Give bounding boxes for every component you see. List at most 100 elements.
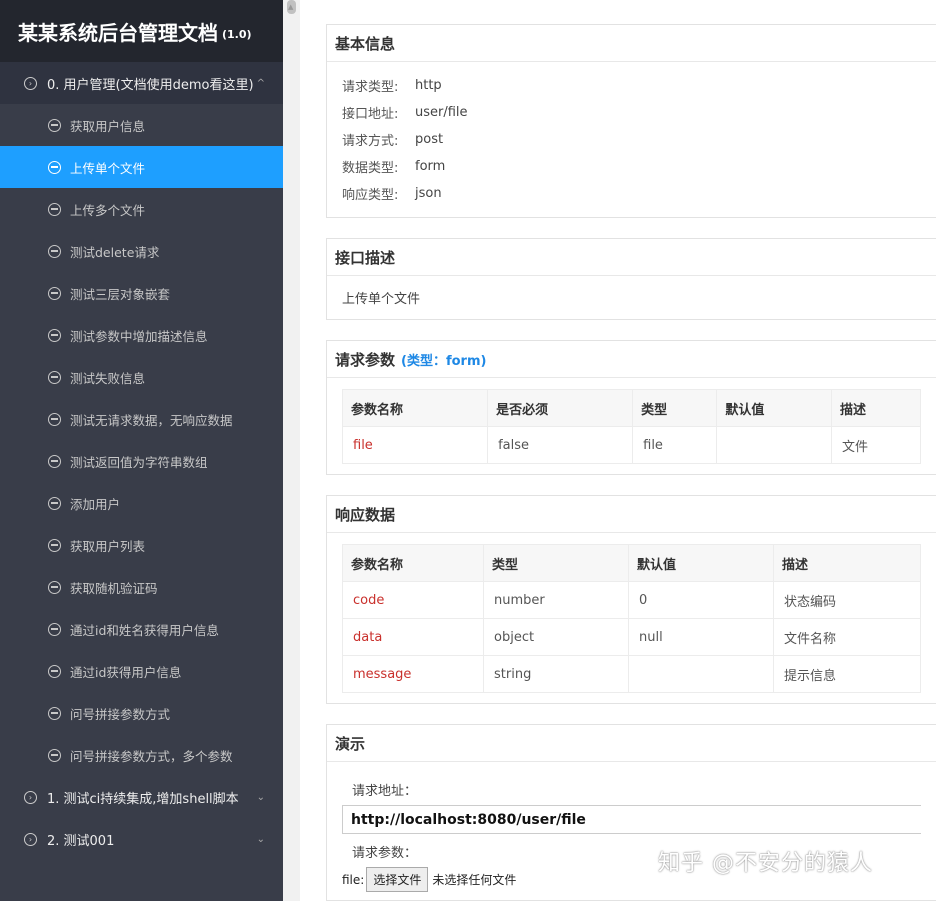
nav-item-label: 测试返回值为字符串数组	[70, 454, 208, 470]
panel-title: 响应数据	[327, 496, 936, 533]
nav-item-label: 上传多个文件	[70, 202, 146, 218]
column-header: 默认值	[628, 544, 774, 582]
request-url-input[interactable]: http://localhost:8080/user/file	[342, 805, 921, 834]
nav-group-ci[interactable]: › 1. 测试ci持续集成,增加shell脚本 ⌄	[0, 776, 283, 818]
nav-group-label: 2. 测试001	[47, 833, 115, 849]
minus-circle-icon	[48, 580, 61, 594]
nav-item[interactable]: 测试delete请求	[0, 230, 283, 272]
column-header: 描述	[831, 389, 921, 427]
param-name: code	[342, 581, 484, 619]
info-row: 响应类型: json	[342, 180, 921, 207]
nav-item[interactable]: 通过id和姓名获得用户信息	[0, 608, 283, 650]
table-row: file false file 文件	[341, 426, 921, 464]
info-value: post	[415, 132, 444, 147]
param-desc: 状态编码	[773, 581, 921, 619]
nav-item[interactable]: 问号拼接参数方式	[0, 692, 283, 734]
chevron-right-circle-icon: ›	[24, 790, 37, 804]
nav-item[interactable]: 测试参数中增加描述信息	[0, 314, 283, 356]
app-version: (1.0)	[222, 27, 252, 41]
param-default: 0	[628, 581, 774, 619]
nav-item[interactable]: 问号拼接参数方式，多个参数	[0, 734, 283, 776]
choose-file-button[interactable]: 选择文件	[366, 867, 429, 892]
minus-circle-icon	[48, 748, 61, 762]
table-row: message string 提示信息	[342, 655, 921, 693]
nav-item[interactable]: 测试三层对象嵌套	[0, 272, 283, 314]
nav-item[interactable]: 添加用户	[0, 482, 283, 524]
table-header-row: 参数名称 类型 默认值 描述	[342, 544, 921, 582]
response-table: 参数名称 类型 默认值 描述 code number 0 状态编码 data o…	[342, 544, 921, 693]
nav-group-user-management[interactable]: › 0. 用户管理(文档使用demo看这里) ^	[0, 62, 283, 104]
request-params-panel: 请求参数 (类型：form) 参数名称 是否必须 类型 默认值 描述 file …	[326, 340, 936, 475]
info-row: 数据类型: form	[342, 153, 921, 180]
nav-item[interactable]: 测试无请求数据，无响应数据	[0, 398, 283, 440]
minus-circle-icon	[48, 454, 61, 468]
minus-circle-icon	[48, 244, 61, 258]
request-params-table: 参数名称 是否必须 类型 默认值 描述 file false file 文件	[341, 389, 921, 464]
info-value: json	[415, 186, 442, 201]
info-value: form	[415, 159, 446, 174]
nav-item-active[interactable]: 上传单个文件	[0, 146, 283, 188]
info-row: 接口地址: user/file	[342, 99, 921, 126]
main-content: 基本信息 请求类型: http 接口地址: user/file 请求方式: post …	[326, 24, 936, 901]
param-desc: 文件名称	[773, 618, 921, 656]
info-key: 响应类型:	[342, 188, 399, 203]
basic-info-panel: 基本信息 请求类型: http 接口地址: user/file 请求方式: post …	[326, 24, 936, 218]
column-header: 参数名称	[341, 389, 489, 427]
nav-item-label: 测试delete请求	[70, 244, 160, 260]
minus-circle-icon	[48, 622, 61, 636]
param-name: data	[342, 618, 484, 656]
nav-item-label: 获取用户列表	[70, 538, 146, 554]
param-desc: 文件	[831, 426, 921, 464]
info-key: 接口地址:	[342, 107, 399, 122]
chevron-up-icon: ^	[256, 77, 265, 89]
nav-item-label: 获取随机验证码	[70, 580, 158, 596]
nav-item[interactable]: 测试返回值为字符串数组	[0, 440, 283, 482]
scrollbar[interactable]: ▲	[283, 0, 300, 901]
info-row: 请求类型: http	[342, 72, 921, 99]
nav-item-label: 通过id和姓名获得用户信息	[70, 622, 219, 638]
minus-circle-icon	[48, 202, 61, 216]
param-type: object	[483, 618, 629, 656]
nav-item[interactable]: 获取随机验证码	[0, 566, 283, 608]
column-header: 描述	[773, 544, 921, 582]
table-row: code number 0 状态编码	[342, 581, 921, 619]
column-header: 默认值	[716, 389, 833, 427]
minus-circle-icon	[48, 496, 61, 510]
watermark: 知乎 @不安分的猿人	[658, 851, 873, 876]
info-value: user/file	[415, 105, 468, 120]
param-type: string	[483, 655, 629, 693]
nav-item-label: 测试无请求数据，无响应数据	[70, 412, 233, 428]
param-name: message	[342, 655, 484, 693]
nav-item[interactable]: 上传多个文件	[0, 188, 283, 230]
chevron-right-circle-icon: ›	[24, 832, 37, 846]
nav-item[interactable]: 通过id获得用户信息	[0, 650, 283, 692]
nav-item-label: 问号拼接参数方式	[70, 706, 171, 722]
minus-circle-icon	[48, 412, 61, 426]
minus-circle-icon	[48, 160, 61, 174]
minus-circle-icon	[48, 370, 61, 384]
param-type: number	[483, 581, 629, 619]
nav-item[interactable]: 获取用户信息	[0, 104, 283, 146]
response-panel: 响应数据 参数名称 类型 默认值 描述 code number 0 状态编码 d…	[326, 495, 936, 704]
minus-circle-icon	[48, 538, 61, 552]
panel-title: 基本信息	[327, 25, 936, 62]
nav-item[interactable]: 测试失败信息	[0, 356, 283, 398]
info-key: 请求类型:	[342, 80, 399, 95]
chevron-down-icon: ⌄	[256, 833, 265, 845]
url-label: 请求地址：	[352, 784, 418, 799]
panel-title: 演示	[327, 725, 936, 762]
info-row: 请求方式: post	[342, 126, 921, 153]
nav-item-label: 上传单个文件	[70, 160, 146, 176]
nav-item-label: 添加用户	[70, 496, 121, 512]
param-required: false	[487, 426, 634, 464]
minus-circle-icon	[48, 328, 61, 342]
nav-group-label: 0. 用户管理(文档使用demo看这里)	[47, 77, 254, 93]
column-header: 参数名称	[342, 544, 484, 582]
nav-item[interactable]: 获取用户列表	[0, 524, 283, 566]
scroll-up-arrow-icon[interactable]: ▲	[288, 3, 293, 11]
table-row: data object null 文件名称	[342, 618, 921, 656]
chevron-down-icon: ⌄	[256, 791, 265, 803]
param-default	[628, 655, 774, 693]
info-key: 数据类型:	[342, 161, 399, 176]
nav-group-test001[interactable]: › 2. 测试001 ⌄	[0, 818, 283, 860]
